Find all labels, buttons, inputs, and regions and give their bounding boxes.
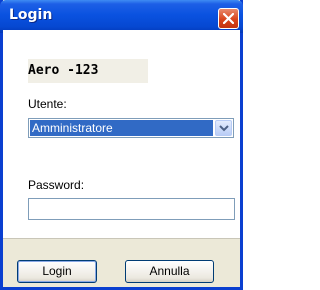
cancel-button[interactable]: Annulla	[125, 260, 214, 283]
login-window: Login Aero -123 Utente: Amministratore P…	[0, 0, 243, 290]
button-bar: Login Annulla	[3, 239, 240, 287]
dialog-content: Aero -123 Utente: Amministratore Passwor…	[3, 30, 240, 287]
title-bar[interactable]: Login	[0, 0, 243, 33]
user-select[interactable]: Amministratore	[28, 118, 234, 138]
chevron-down-icon	[219, 125, 229, 132]
window-title: Login	[9, 7, 53, 23]
user-label: Utente:	[28, 97, 67, 111]
password-label: Password:	[28, 178, 85, 192]
dropdown-button[interactable]	[215, 120, 232, 136]
password-input[interactable]	[28, 198, 235, 220]
close-icon	[223, 13, 234, 24]
app-name-banner: Aero -123	[28, 59, 148, 83]
login-button[interactable]: Login	[17, 260, 97, 283]
app-name: Aero -123	[28, 63, 99, 78]
user-select-value: Amministratore	[30, 120, 213, 136]
close-button[interactable]	[218, 8, 239, 29]
